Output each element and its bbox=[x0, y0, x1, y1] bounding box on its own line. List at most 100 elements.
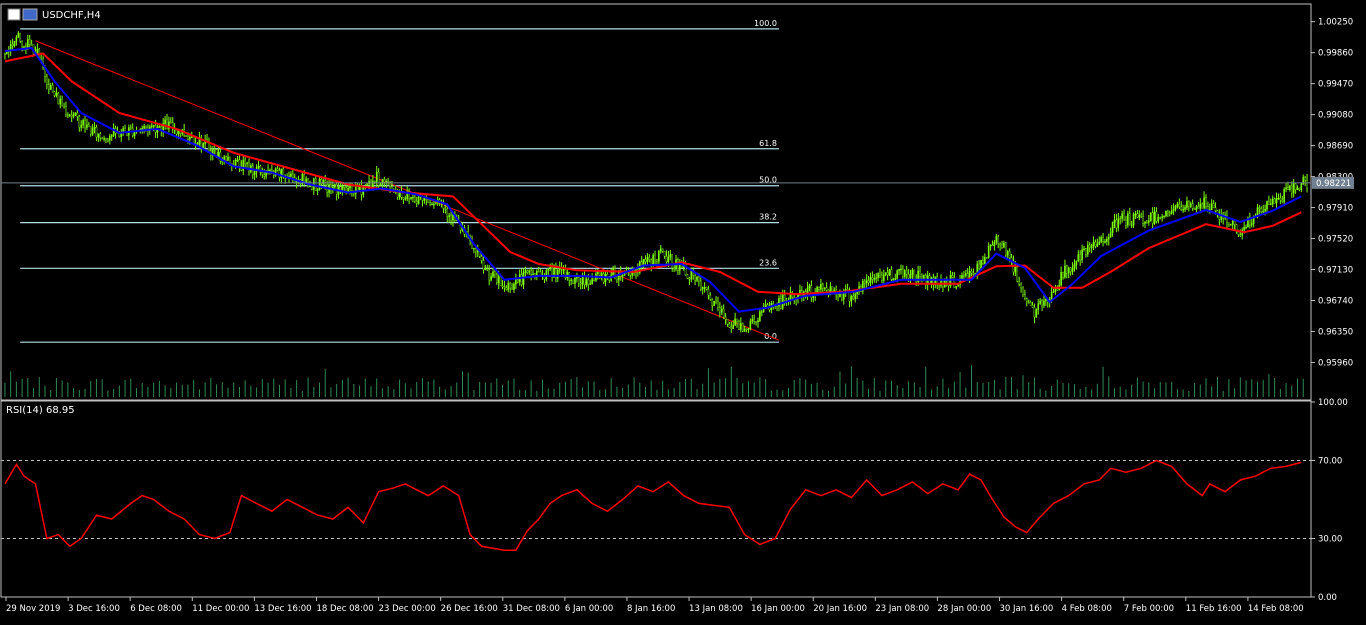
time-tick-label: 16 Jan 00:00 bbox=[751, 604, 805, 614]
candle-body bbox=[107, 139, 109, 142]
candle-body bbox=[715, 300, 717, 303]
candle-body bbox=[1067, 267, 1070, 274]
candle-body bbox=[1109, 232, 1112, 238]
candle-body bbox=[1172, 209, 1175, 212]
candle-body bbox=[738, 321, 740, 330]
candle-body bbox=[509, 282, 511, 289]
candle-body bbox=[579, 282, 582, 285]
candle-body bbox=[263, 174, 266, 177]
candle-body bbox=[1098, 241, 1101, 245]
candle-body bbox=[757, 320, 759, 323]
time-tick-label: 3 Dec 16:00 bbox=[68, 604, 120, 614]
candle-body bbox=[1075, 260, 1078, 265]
candle-body bbox=[728, 323, 731, 328]
candle-body bbox=[1045, 298, 1047, 302]
candle-body bbox=[980, 259, 982, 269]
candle-body bbox=[665, 256, 668, 263]
candle-body bbox=[654, 254, 656, 261]
time-tick-label: 13 Dec 16:00 bbox=[254, 604, 311, 614]
candle-body bbox=[36, 48, 39, 53]
candle-body bbox=[452, 214, 454, 221]
candle-body bbox=[572, 279, 574, 284]
candle-body bbox=[1239, 234, 1242, 236]
candle-body bbox=[429, 202, 431, 205]
candle-body bbox=[446, 208, 449, 218]
candle-body bbox=[13, 41, 16, 47]
price-tick-label: 1.00250 bbox=[1318, 18, 1353, 28]
candle-body bbox=[95, 126, 98, 138]
candle-body bbox=[345, 187, 348, 192]
candle-body bbox=[1064, 265, 1066, 278]
candle-body bbox=[158, 126, 161, 128]
fib-level-label: 38.2 bbox=[759, 213, 777, 222]
candle-body bbox=[871, 277, 874, 280]
candle-body bbox=[818, 287, 820, 290]
time-tick-label: 4 Feb 08:00 bbox=[1062, 604, 1112, 614]
candle-body bbox=[46, 76, 48, 85]
candle-body bbox=[1115, 219, 1118, 229]
candle-body bbox=[492, 271, 494, 277]
candle-body bbox=[1245, 227, 1247, 229]
candle-body bbox=[863, 280, 866, 284]
time-tick-label: 7 Feb 00:00 bbox=[1124, 604, 1174, 614]
candle-body bbox=[190, 136, 193, 138]
candle-body bbox=[316, 189, 319, 191]
candle-body bbox=[717, 301, 719, 308]
candle-body bbox=[696, 276, 698, 281]
trading-chart[interactable]: USDCHF,H4 100.061.850.038.223.60.0 1.002… bbox=[0, 0, 1366, 621]
candle-body bbox=[343, 185, 346, 188]
candle-body bbox=[1287, 187, 1289, 190]
candle-body bbox=[99, 133, 102, 139]
candle-body bbox=[15, 37, 18, 42]
time-tick-label: 31 Dec 08:00 bbox=[503, 604, 560, 614]
candle-body bbox=[347, 188, 349, 192]
candle-body bbox=[1020, 284, 1022, 289]
candle-body bbox=[837, 294, 839, 297]
candle-body bbox=[1271, 198, 1274, 205]
candle-body bbox=[751, 318, 754, 322]
candle-body bbox=[736, 318, 738, 322]
candle-body bbox=[103, 138, 105, 140]
candle-body bbox=[585, 279, 588, 285]
candle-body bbox=[720, 308, 723, 313]
candle-body bbox=[1037, 303, 1040, 310]
candle-body bbox=[505, 287, 508, 290]
candle-body bbox=[991, 244, 994, 247]
candle-body bbox=[78, 116, 81, 128]
candle-body bbox=[74, 112, 77, 116]
candle-body bbox=[84, 119, 86, 128]
candle-body bbox=[19, 32, 22, 42]
candle-body bbox=[1243, 227, 1245, 231]
candle-body bbox=[1027, 301, 1030, 303]
candle-body bbox=[970, 271, 973, 274]
candle-body bbox=[1052, 291, 1055, 293]
candle-body bbox=[145, 126, 147, 129]
candle-body bbox=[6, 51, 8, 55]
candle-body bbox=[318, 179, 321, 190]
price-tick-label: 0.99860 bbox=[1318, 49, 1353, 59]
candle-body bbox=[448, 215, 450, 218]
candle-body bbox=[150, 125, 153, 128]
candle-body bbox=[61, 98, 63, 107]
candle-body bbox=[1107, 236, 1110, 240]
candle-body bbox=[177, 130, 180, 135]
candle-body bbox=[1022, 287, 1024, 295]
candle-body bbox=[1111, 222, 1114, 233]
candle-body bbox=[38, 48, 41, 58]
candle-body bbox=[93, 126, 96, 129]
candle-body bbox=[27, 39, 29, 48]
candle-body bbox=[646, 257, 649, 262]
candle-body bbox=[433, 203, 435, 206]
candle-body bbox=[1306, 180, 1308, 189]
candle-body bbox=[366, 183, 368, 186]
candle-body bbox=[1148, 220, 1150, 223]
candle-body bbox=[909, 274, 912, 279]
candle-body bbox=[1050, 292, 1053, 300]
candle-body bbox=[229, 156, 231, 164]
candle-body bbox=[581, 276, 584, 285]
candle-body bbox=[938, 284, 940, 287]
time-tick-label: 23 Jan 08:00 bbox=[875, 604, 929, 614]
rsi-tick-label: 70.00 bbox=[1318, 457, 1342, 467]
candle-body bbox=[593, 278, 595, 281]
chart-canvas[interactable]: USDCHF,H4 100.061.850.038.223.60.0 1.002… bbox=[0, 0, 1366, 621]
